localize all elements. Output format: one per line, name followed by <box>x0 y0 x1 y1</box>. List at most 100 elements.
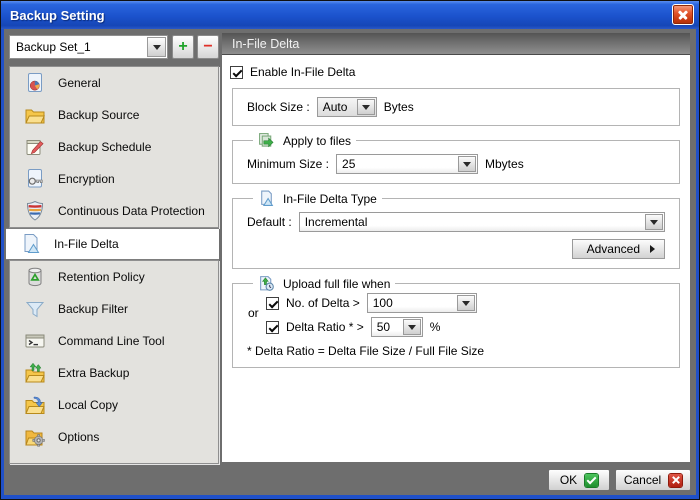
enable-in-file-delta-row: Enable In-File Delta <box>230 65 682 79</box>
delta-ratio-unit: % <box>430 320 441 334</box>
sidebar-item-extra-backup[interactable]: Extra Backup <box>10 357 218 389</box>
backup-setting-dialog: Backup Setting Backup Set_1 + − General … <box>0 0 700 500</box>
folder-copy-icon <box>23 393 47 417</box>
apply-to-files-legend: Apply to files <box>253 132 356 149</box>
sidebar-item-retention-policy[interactable]: Retention Policy <box>10 261 218 293</box>
upload-full-file-group: Upload full file when or No. of Delta > … <box>232 275 680 368</box>
chevron-down-icon[interactable] <box>645 214 663 230</box>
sidebar-item-general[interactable]: General <box>10 67 218 99</box>
apply-files-icon <box>258 132 275 149</box>
main-panel: In-File Delta Enable In-File Delta Block… <box>222 33 690 462</box>
block-size-label: Block Size : <box>247 100 310 114</box>
folder-upload-icon <box>23 361 47 385</box>
titlebar[interactable]: Backup Setting <box>1 1 699 29</box>
delta-ratio-select[interactable]: 50 <box>371 317 423 337</box>
advanced-button[interactable]: Advanced <box>572 239 665 259</box>
sidebar-item-encryption[interactable]: Encryption <box>10 163 218 195</box>
in-file-delta-type-title: In-File Delta Type <box>283 192 377 206</box>
panel-header: In-File Delta <box>222 33 690 55</box>
dialog-frame: Backup Set_1 + − General Backup Source <box>1 29 699 499</box>
apply-to-files-title: Apply to files <box>283 134 351 148</box>
panel-title: In-File Delta <box>232 37 299 51</box>
sidebar-item-in-file-delta[interactable]: In-File Delta <box>6 228 219 260</box>
sidebar-item-label: Backup Filter <box>58 302 128 316</box>
chevron-down-icon[interactable] <box>147 37 166 57</box>
sidebar-item-label: General <box>58 76 101 90</box>
sidebar-item-local-copy[interactable]: Local Copy <box>10 389 218 421</box>
document-pie-icon <box>23 71 47 95</box>
close-icon[interactable] <box>672 4 694 25</box>
minimum-size-unit: Mbytes <box>485 157 524 171</box>
chevron-down-icon[interactable] <box>403 319 421 335</box>
default-delta-type-value: Incremental <box>300 215 644 229</box>
delta-ratio-footnote: * Delta Ratio = Delta File Size / Full F… <box>247 344 665 358</box>
shield-icon <box>23 199 47 223</box>
upload-full-file-icon <box>258 275 275 292</box>
minimum-size-value: 25 <box>337 157 457 171</box>
block-size-unit: Bytes <box>384 100 414 114</box>
sidebar-item-label: Encryption <box>58 172 115 186</box>
cancel-button[interactable]: Cancel <box>615 469 691 491</box>
upload-full-file-title: Upload full file when <box>283 277 390 291</box>
window-title: Backup Setting <box>10 8 105 23</box>
sidebar-item-options[interactable]: Options <box>10 421 218 453</box>
sidebar-panel-top: General Backup Source Backup Schedule En… <box>9 66 219 228</box>
command-prompt-icon <box>23 329 47 353</box>
folder-gear-icon <box>23 425 47 449</box>
panel-body: Enable In-File Delta Block Size : Auto B… <box>222 55 690 461</box>
recycle-bin-icon <box>23 265 47 289</box>
sidebar-item-label: In-File Delta <box>54 237 119 251</box>
delta-ratio-label: Delta Ratio * > <box>286 320 364 334</box>
remove-backup-set-button[interactable]: − <box>197 35 219 59</box>
open-folder-icon <box>23 103 47 127</box>
delta-ratio-checkbox[interactable] <box>266 321 279 334</box>
add-backup-set-button[interactable]: + <box>172 35 194 59</box>
sidebar-item-backup-filter[interactable]: Backup Filter <box>10 293 218 325</box>
default-delta-type-select[interactable]: Incremental <box>299 212 665 232</box>
minimum-size-select[interactable]: 25 <box>336 154 478 174</box>
chevron-right-icon <box>650 245 655 253</box>
advanced-button-label: Advanced <box>587 242 640 256</box>
dialog-content: Backup Set_1 + − General Backup Source <box>4 29 696 495</box>
sidebar-panel-bottom: Retention Policy Backup Filter Command L… <box>9 260 219 464</box>
sidebar-item-backup-schedule[interactable]: Backup Schedule <box>10 131 218 163</box>
notepad-pencil-icon <box>23 135 47 159</box>
sidebar-item-label: Command Line Tool <box>58 334 165 348</box>
block-size-value: Auto <box>318 100 356 114</box>
sidebar-item-label: Local Copy <box>58 398 118 412</box>
funnel-icon <box>23 297 47 321</box>
sidebar-item-label: Continuous Data Protection <box>58 204 205 218</box>
block-size-group: Block Size : Auto Bytes <box>232 88 680 126</box>
chevron-down-icon[interactable] <box>457 295 475 311</box>
block-size-select[interactable]: Auto <box>317 97 377 117</box>
enable-in-file-delta-checkbox[interactable] <box>230 66 243 79</box>
sidebar-item-continuous-data-protection[interactable]: Continuous Data Protection <box>10 195 218 227</box>
in-file-delta-type-group: In-File Delta Type Default : Incremental… <box>232 190 680 269</box>
ok-button-label: OK <box>560 473 577 487</box>
chevron-down-icon[interactable] <box>458 156 476 172</box>
ok-button[interactable]: OK <box>548 469 610 491</box>
delta-ratio-value: 50 <box>372 320 402 334</box>
in-file-delta-type-legend: In-File Delta Type <box>253 190 382 207</box>
sidebar-item-label: Backup Source <box>58 108 139 122</box>
no-of-delta-select[interactable]: 100 <box>367 293 477 313</box>
document-delta-icon <box>258 190 275 207</box>
sidebar-item-command-line-tool[interactable]: Command Line Tool <box>10 325 218 357</box>
sidebar-item-label: Options <box>58 430 99 444</box>
no-of-delta-label: No. of Delta > <box>286 296 360 310</box>
backup-set-select[interactable]: Backup Set_1 <box>9 35 168 59</box>
backup-set-value: Backup Set_1 <box>10 40 146 54</box>
cancel-button-label: Cancel <box>624 473 661 487</box>
check-icon <box>585 474 598 487</box>
document-key-icon <box>23 167 47 191</box>
chevron-down-icon[interactable] <box>357 99 375 115</box>
upload-full-file-legend: Upload full file when <box>253 275 395 292</box>
document-delta-icon <box>19 232 43 256</box>
no-of-delta-value: 100 <box>368 296 456 310</box>
sidebar-item-label: Extra Backup <box>58 366 129 380</box>
no-of-delta-checkbox[interactable] <box>266 297 279 310</box>
sidebar-item-backup-source[interactable]: Backup Source <box>10 99 218 131</box>
enable-in-file-delta-label: Enable In-File Delta <box>250 65 355 79</box>
close-icon <box>669 474 682 487</box>
default-label: Default : <box>247 215 292 229</box>
